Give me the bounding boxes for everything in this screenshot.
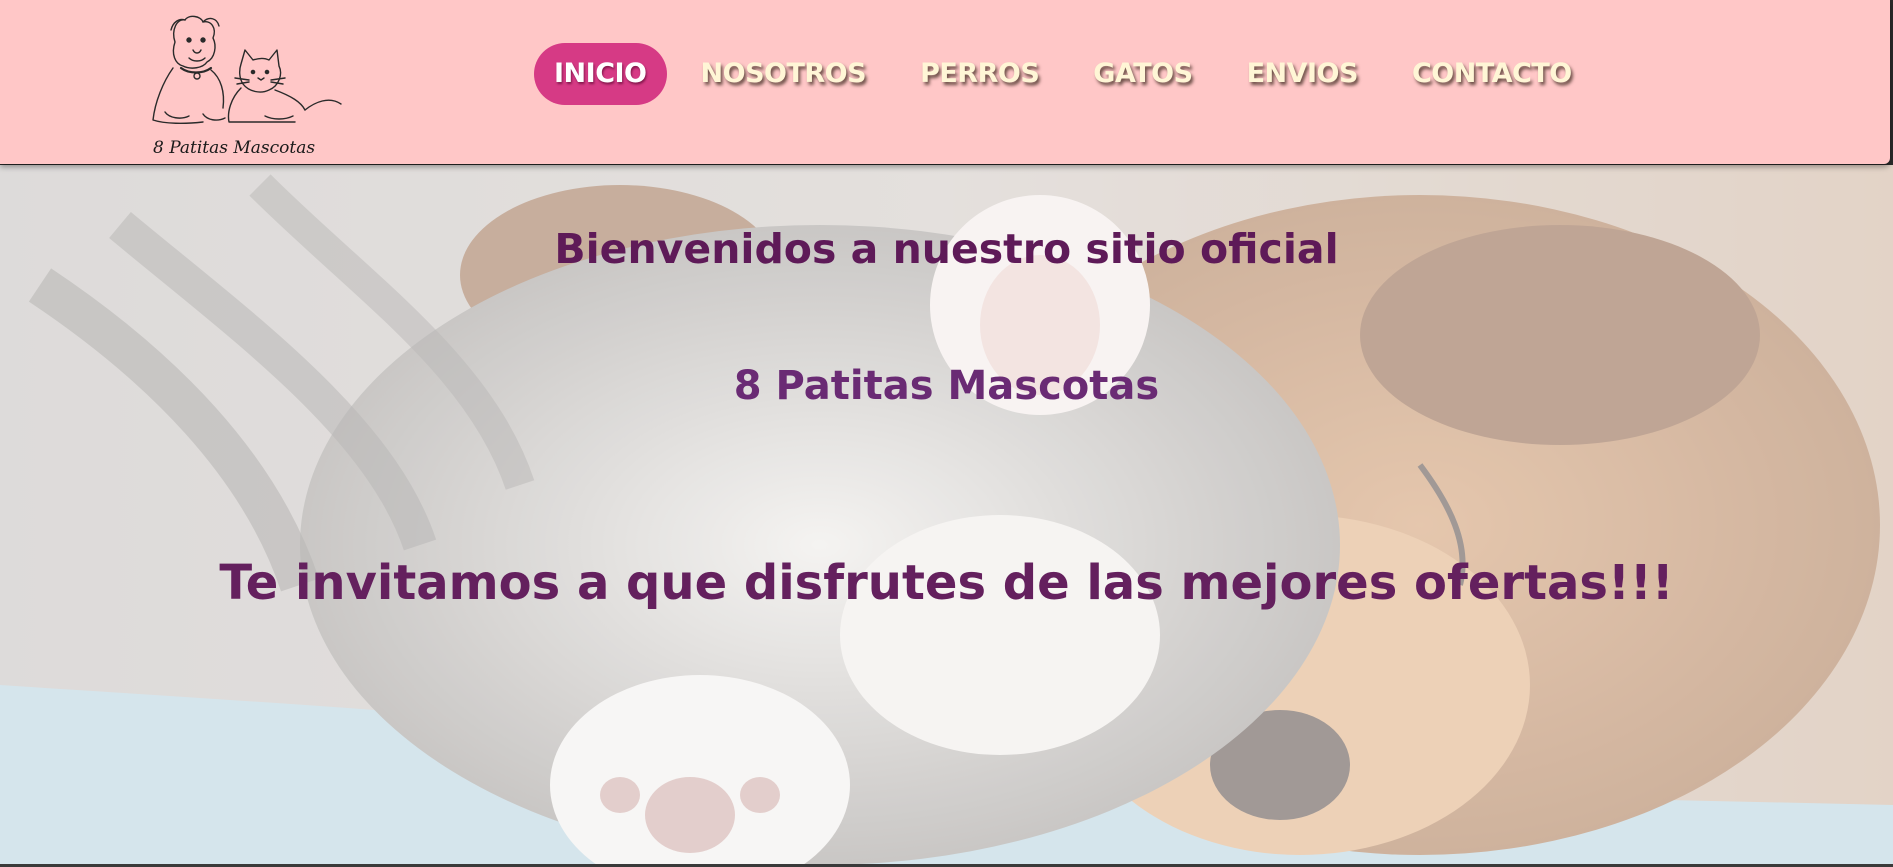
welcome-heading: Bienvenidos a nuestro sitio oficial — [554, 225, 1339, 273]
nav-item-gatos[interactable]: GATOS — [1073, 43, 1212, 105]
nav-item-inicio[interactable]: INICIO — [534, 43, 667, 105]
page: 8 Patitas Mascotas INICIO NOSOTROS PERRO… — [0, 0, 1893, 867]
site-header: 8 Patitas Mascotas INICIO NOSOTROS PERRO… — [0, 0, 1890, 164]
invite-heading: Te invitamos a que disfrutes de las mejo… — [219, 555, 1674, 611]
hero-section: Bienvenidos a nuestro sitio oficial 8 Pa… — [0, 165, 1893, 867]
dog-and-cat-icon — [152, 15, 342, 125]
nav-item-perros[interactable]: PERROS — [900, 43, 1059, 105]
nav-item-nosotros[interactable]: NOSOTROS — [681, 43, 887, 105]
logo-text: 8 Patitas Mascotas — [153, 138, 316, 158]
site-logo[interactable]: 8 Patitas Mascotas — [145, 12, 345, 162]
nav-item-contacto[interactable]: CONTACTO — [1392, 43, 1592, 105]
main-nav: INICIO NOSOTROS PERROS GATOS ENVIOS CONT… — [534, 43, 1606, 105]
brand-heading: 8 Patitas Mascotas — [733, 363, 1160, 409]
nav-item-envios[interactable]: ENVIOS — [1227, 43, 1378, 105]
